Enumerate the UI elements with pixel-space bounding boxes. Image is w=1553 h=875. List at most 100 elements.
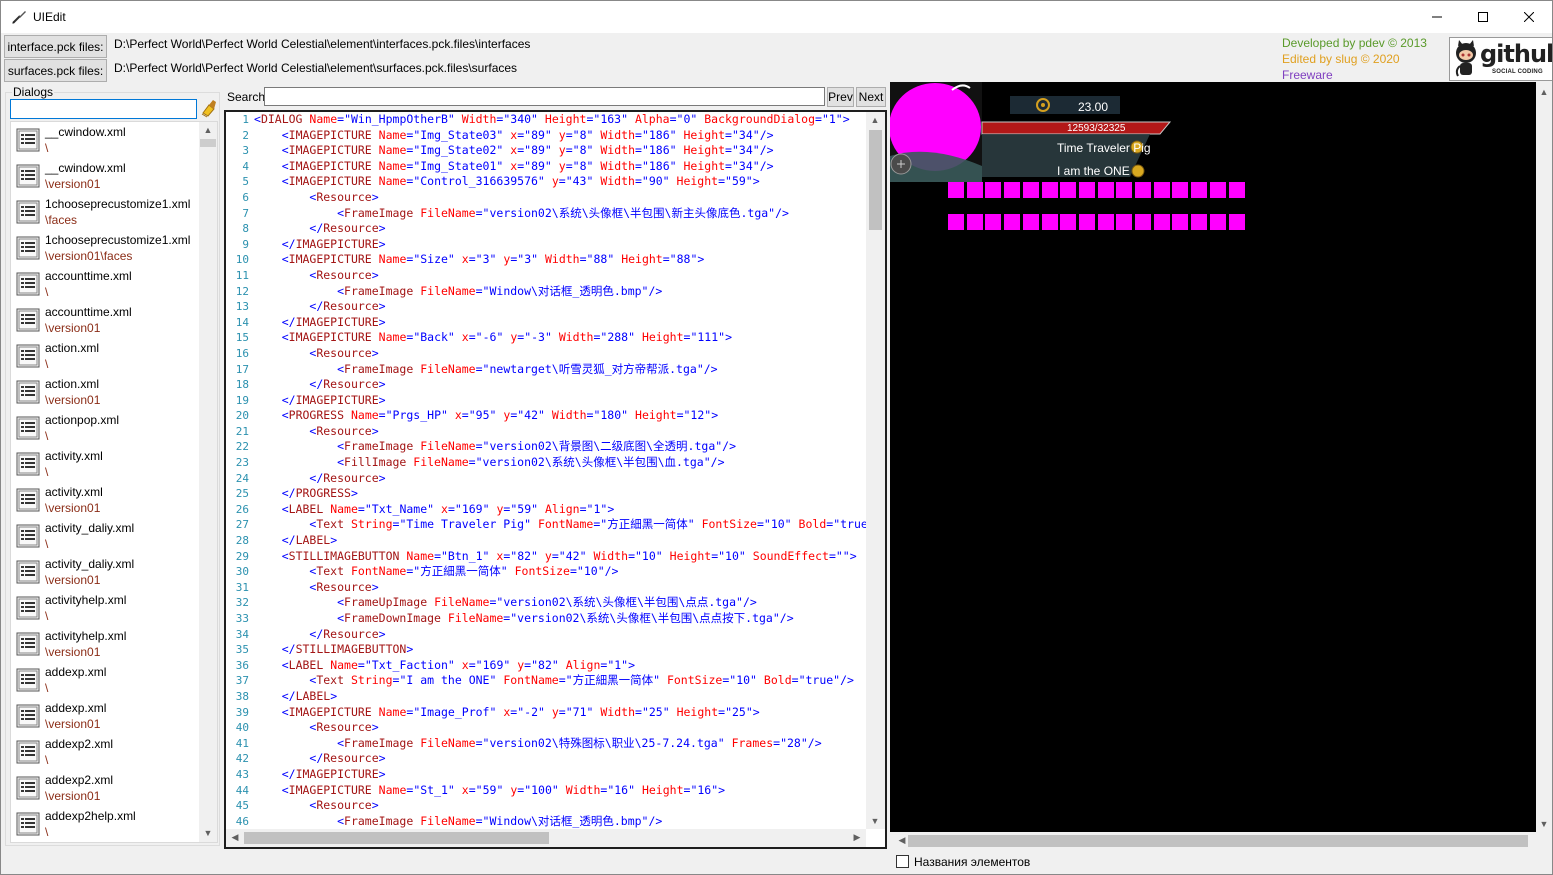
code-line[interactable]: <FrameImage FileName="newtarget\听雪灵狐_对方帝…: [254, 362, 866, 378]
next-button[interactable]: Next: [856, 87, 886, 107]
code-line[interactable]: </Resource>: [254, 471, 866, 487]
code-line[interactable]: <FrameImage FileName="version02\背景图\二级底图…: [254, 439, 866, 455]
code-line[interactable]: </LABEL>: [254, 689, 866, 705]
code-line[interactable]: <LABEL Name="Txt_Faction" x="169" y="82"…: [254, 658, 866, 674]
code-line[interactable]: </Resource>: [254, 299, 866, 315]
code-line[interactable]: <Text String="Time Traveler Pig" FontNam…: [254, 517, 866, 533]
scroll-up-icon[interactable]: ▲: [866, 115, 884, 125]
code-line[interactable]: <STILLIMAGEBUTTON Name="Btn_1" x="82" y=…: [254, 549, 866, 565]
code-line[interactable]: </IMAGEPICTURE>: [254, 767, 866, 783]
code-line[interactable]: </STILLIMAGEBUTTON>: [254, 642, 866, 658]
scroll-down-icon[interactable]: ▼: [199, 828, 217, 838]
editor-vertical-scrollbar[interactable]: ▲ ▼: [866, 112, 885, 829]
code-line[interactable]: <FrameImage FileName="version02\系统\头像框\半…: [254, 206, 866, 222]
file-list-item[interactable]: action.xml \version01: [11, 374, 201, 410]
file-list-item[interactable]: addexp.xml \version01: [11, 698, 201, 734]
code-line[interactable]: <Resource>: [254, 424, 866, 440]
code-line[interactable]: </Resource>: [254, 221, 866, 237]
scroll-down-icon[interactable]: ▼: [1535, 819, 1552, 829]
clear-filter-brush-icon[interactable]: [199, 99, 218, 119]
code-line[interactable]: <DIALOG Name="Win_HpmpOtherB" Width="340…: [254, 112, 866, 128]
dialog-filter-field[interactable]: [11, 100, 196, 118]
code-line[interactable]: </IMAGEPICTURE>: [254, 315, 866, 331]
file-list-item[interactable]: __cwindow.xml \: [11, 122, 201, 158]
code-line[interactable]: <IMAGEPICTURE Name="Image_Prof" x="-2" y…: [254, 705, 866, 721]
code-line[interactable]: <Resource>: [254, 346, 866, 362]
close-button[interactable]: [1506, 1, 1552, 33]
code-line[interactable]: <IMAGEPICTURE Name="Control_316639576" y…: [254, 174, 866, 190]
file-list-item[interactable]: activity_daliy.xml \: [11, 518, 201, 554]
code-line[interactable]: <PROGRESS Name="Prgs_HP" x="95" y="42" W…: [254, 408, 866, 424]
surfaces-pck-button[interactable]: surfaces.pck files:: [4, 59, 107, 82]
code-line[interactable]: <FillImage FileName="version02\系统\头像框\半包…: [254, 455, 866, 471]
file-list-item[interactable]: 1chooseprecustomize1.xml \faces: [11, 194, 201, 230]
file-list-item[interactable]: activity.xml \version01: [11, 482, 201, 518]
code-line[interactable]: <FrameImage FileName="Window\对话框_透明色.bmp…: [254, 814, 866, 829]
search-input[interactable]: [264, 87, 825, 106]
code-line[interactable]: </LABEL>: [254, 533, 866, 549]
interface-pck-button[interactable]: interface.pck files:: [4, 35, 107, 58]
code-line[interactable]: <Resource>: [254, 720, 866, 736]
code-line[interactable]: <LABEL Name="Txt_Name" x="169" y="59" Al…: [254, 502, 866, 518]
preview-hscroll-thumb[interactable]: [908, 835, 1528, 847]
code-line[interactable]: <Resource>: [254, 580, 866, 596]
code-line[interactable]: <Resource>: [254, 190, 866, 206]
editor-horizontal-scrollbar[interactable]: ◀ ▶: [226, 829, 866, 847]
file-list-item[interactable]: activity_daliy.xml \version01: [11, 554, 201, 590]
code-line[interactable]: </Resource>: [254, 377, 866, 393]
code-line[interactable]: </IMAGEPICTURE>: [254, 237, 866, 253]
code-line[interactable]: <Text String="I am the ONE" FontName="方正…: [254, 673, 866, 689]
scroll-down-icon[interactable]: ▼: [866, 816, 884, 826]
editor-vscroll-thumb[interactable]: [869, 130, 882, 230]
maximize-button[interactable]: [1460, 1, 1506, 33]
code-line[interactable]: <IMAGEPICTURE Name="Img_State01" x="89" …: [254, 159, 866, 175]
code-line[interactable]: <IMAGEPICTURE Name="Img_State03" x="89" …: [254, 128, 866, 144]
file-list-item[interactable]: 1chooseprecustomize1.xml \version01\faces: [11, 230, 201, 266]
scroll-up-icon[interactable]: ▲: [199, 125, 217, 135]
file-list-scrollbar[interactable]: ▲ ▼: [199, 122, 217, 842]
file-list-item[interactable]: addexp2.xml \: [11, 734, 201, 770]
preview-horizontal-scrollbar[interactable]: ◀: [890, 832, 1536, 850]
dialog-file-list[interactable]: ▲ ▼ __cwindow.xml \ __cwindow.xml \version0…: [10, 121, 218, 843]
minimize-button[interactable]: [1414, 1, 1460, 33]
code-line[interactable]: </PROGRESS>: [254, 486, 866, 502]
element-names-checkbox[interactable]: [896, 855, 909, 868]
file-list-item[interactable]: addexp.xml \: [11, 662, 201, 698]
code-line[interactable]: </Resource>: [254, 627, 866, 643]
prev-button[interactable]: Prev: [827, 87, 854, 107]
file-list-item[interactable]: activityhelp.xml \: [11, 590, 201, 626]
code-line[interactable]: <Text FontName="方正細黑一简体" FontSize="10"/>: [254, 564, 866, 580]
code-line[interactable]: <IMAGEPICTURE Name="Size" x="3" y="3" Wi…: [254, 252, 866, 268]
code-line[interactable]: <Resource>: [254, 268, 866, 284]
search-field[interactable]: [265, 88, 824, 105]
file-list-item[interactable]: __cwindow.xml \version01: [11, 158, 201, 194]
code-line[interactable]: <IMAGEPICTURE Name="Img_State02" x="89" …: [254, 143, 866, 159]
code-line[interactable]: <IMAGEPICTURE Name="St_1" x="59" y="100"…: [254, 783, 866, 799]
code-line[interactable]: <FrameDownImage FileName="version02\系统\头…: [254, 611, 866, 627]
file-list-item[interactable]: addexp2.xml \version01: [11, 770, 201, 806]
file-list-scroll-thumb[interactable]: [200, 139, 216, 147]
code-line[interactable]: <FrameImage FileName="version02\特殊图标\职业\…: [254, 736, 866, 752]
file-list-item[interactable]: accounttime.xml \version01: [11, 302, 201, 338]
code-line[interactable]: <IMAGEPICTURE Name="Back" x="-6" y="-3" …: [254, 330, 866, 346]
file-list-item[interactable]: accounttime.xml \: [11, 266, 201, 302]
dialog-preview-canvas[interactable]: 23.00 12593/32325 Time Traveler Pig I am…: [890, 82, 1536, 832]
file-list-item[interactable]: action.xml \: [11, 338, 201, 374]
github-logo-link[interactable]: github SOCIAL CODING: [1449, 37, 1552, 81]
dialog-filter-input[interactable]: [10, 99, 197, 119]
code-line[interactable]: <FrameUpImage FileName="version02\系统\头像框…: [254, 595, 866, 611]
editor-hscroll-thumb[interactable]: [244, 832, 549, 844]
code-line[interactable]: </Resource>: [254, 751, 866, 767]
scroll-right-icon[interactable]: ▶: [848, 832, 866, 843]
preview-vertical-scrollbar[interactable]: ▲ ▼: [1536, 82, 1552, 850]
code-line[interactable]: <Resource>: [254, 798, 866, 814]
code-line[interactable]: </IMAGEPICTURE>: [254, 393, 866, 409]
code-line[interactable]: <FrameImage FileName="Window\对话框_透明色.bmp…: [254, 284, 866, 300]
scroll-left-icon[interactable]: ◀: [226, 832, 244, 843]
file-list-item[interactable]: actionpop.xml \: [11, 410, 201, 446]
code-area[interactable]: <DIALOG Name="Win_HpmpOtherB" Width="340…: [254, 112, 866, 829]
file-list-item[interactable]: addexp2help.xml \: [11, 806, 201, 842]
file-list-item[interactable]: activity.xml \: [11, 446, 201, 482]
scroll-up-icon[interactable]: ▲: [1535, 87, 1552, 97]
xml-editor[interactable]: 1 2 3 4 5 6 7 8 9 10 11 12 13 14 15 16 17 18 19 20 21 22 23 24 2…: [224, 110, 887, 849]
